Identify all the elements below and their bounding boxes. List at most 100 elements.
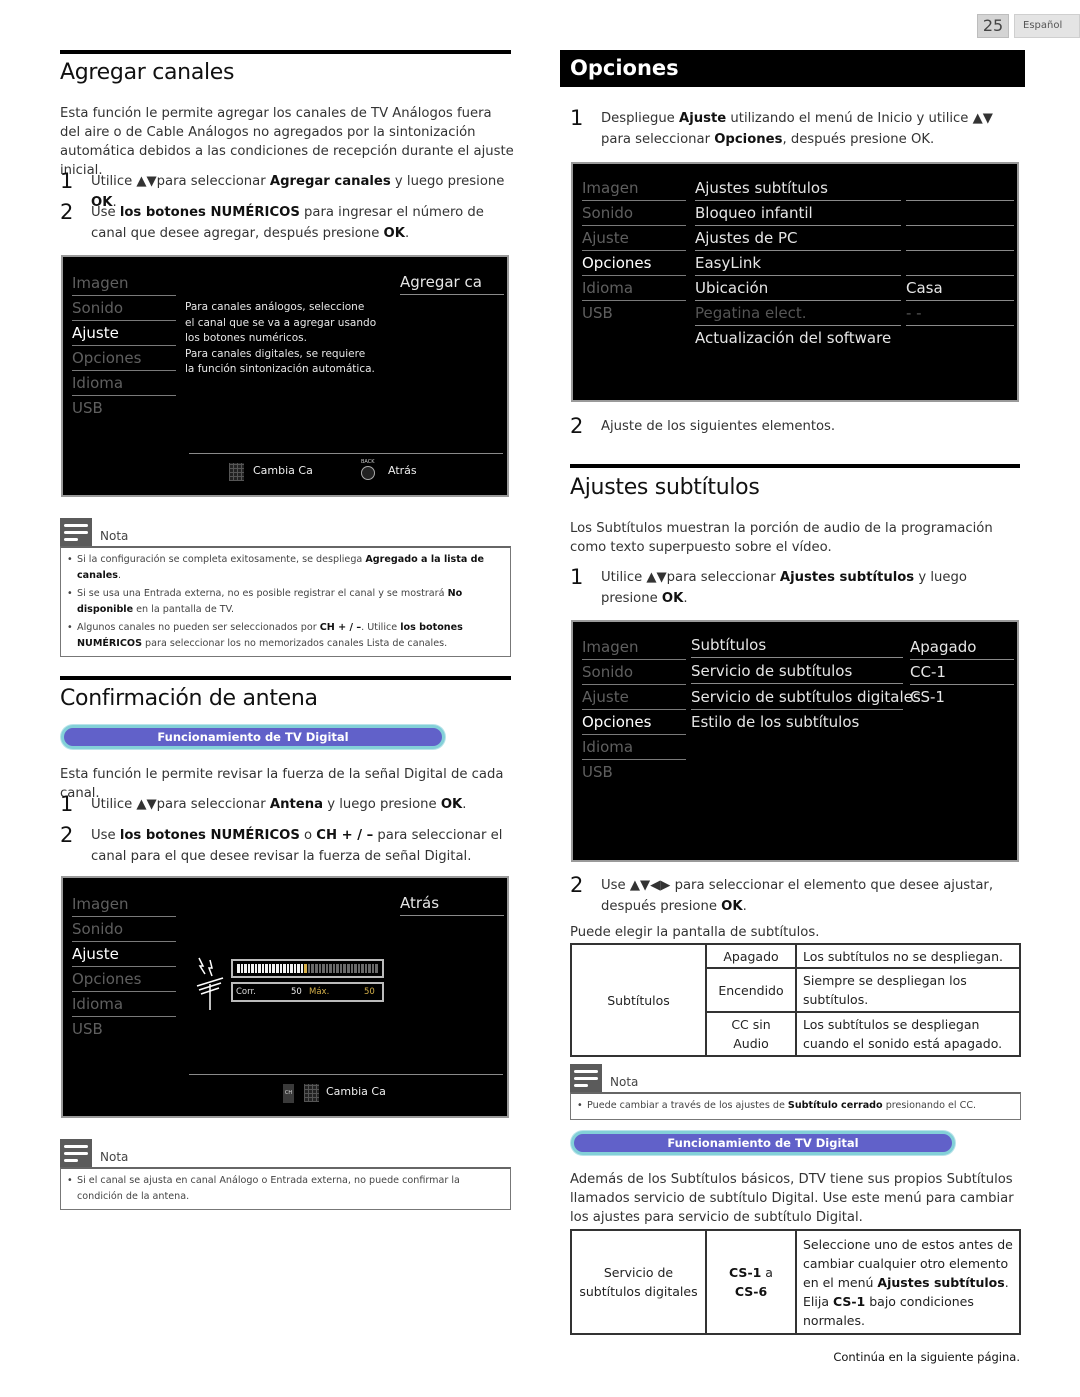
digital-tv-badge: Funcionamiento de TV Digital bbox=[571, 1131, 955, 1155]
signal-readout: Corr. 50 Máx. 50 bbox=[231, 982, 384, 1002]
row-header: Servicio de subtítulos digitales bbox=[570, 1229, 707, 1335]
signal-segment bbox=[318, 964, 322, 973]
option-easylink: EasyLink bbox=[695, 251, 901, 276]
continue-text: Continúa en la siguiente página. bbox=[833, 1350, 1020, 1364]
section-title-opciones: Opciones bbox=[560, 50, 1025, 87]
signal-segment bbox=[276, 964, 279, 973]
menu-item-ajuste: Ajuste bbox=[72, 942, 176, 967]
menu-item-sonido: Sonido bbox=[582, 660, 686, 685]
step-number: 1 bbox=[570, 565, 584, 589]
signal-segment bbox=[304, 964, 307, 973]
option-cell: Apagado bbox=[705, 943, 797, 969]
menu-item-opciones: Opciones bbox=[582, 710, 686, 735]
note-antena: Nota Si el canal se ajusta en canal Anál… bbox=[60, 1139, 511, 1210]
note-icon bbox=[60, 518, 92, 546]
table-intro: Puede elegir la pantalla de subtítulos. bbox=[570, 925, 820, 940]
menu-item-imagen: Imagen bbox=[72, 271, 176, 296]
antena-step-2: 2 Use los botones NUMÉRICOS o CH + / – p… bbox=[60, 825, 515, 867]
desc-cell: Los subtítulos se despliegan cuando el s… bbox=[795, 1011, 1021, 1057]
signal-segment bbox=[237, 964, 240, 973]
menu-item-idioma: Idioma bbox=[72, 992, 176, 1017]
signal-segment bbox=[247, 964, 251, 973]
section-rule bbox=[60, 50, 511, 54]
option-value bbox=[906, 226, 1014, 251]
digital-tv-badge: Funcionamiento de TV Digital bbox=[61, 725, 445, 749]
menu-item-idioma: Idioma bbox=[582, 735, 686, 760]
note-icon bbox=[570, 1064, 602, 1092]
menu-item-idioma: Idioma bbox=[582, 276, 686, 301]
digital-service-table: Servicio de subtítulos digitales CS-1 a … bbox=[570, 1229, 1021, 1335]
signal-segment bbox=[240, 964, 244, 973]
step-number: 2 bbox=[570, 873, 584, 897]
screen-header: Atrás bbox=[400, 891, 504, 916]
subtitulos-intro: Los Subtítulos muestran la porción de au… bbox=[570, 521, 993, 555]
opciones-step-1: 1 Despliegue Ajuste utilizando el menú d… bbox=[570, 108, 1020, 150]
signal-segment bbox=[297, 964, 300, 973]
step-number: 2 bbox=[60, 200, 74, 224]
option-actualizacion-software: Actualización del software bbox=[695, 329, 892, 347]
desc-cell: Seleccione uno de estos antes de cambiar… bbox=[795, 1229, 1021, 1335]
signal-strength-meter bbox=[231, 959, 384, 978]
signal-segment bbox=[329, 964, 332, 973]
current-value: 50 bbox=[291, 987, 302, 997]
opciones-step-2: 2 Ajuste de los siguientes elementos. bbox=[570, 414, 836, 438]
option-ajustes-subtitulos: Ajustes subtítulos bbox=[695, 176, 901, 201]
signal-segment bbox=[371, 964, 375, 973]
menu-item-opciones: Opciones bbox=[582, 251, 686, 276]
footer-label-cambia: Cambia Ca bbox=[253, 464, 313, 477]
option-estilo-subtitulos: Estilo de los subtítulos bbox=[691, 713, 860, 731]
agregar-intro: Esta función le permite agregar los cana… bbox=[60, 106, 514, 178]
note-label: Nota bbox=[100, 1150, 129, 1164]
signal-segment bbox=[343, 964, 346, 973]
note-label: Nota bbox=[100, 529, 129, 543]
option-value bbox=[906, 176, 1014, 201]
screen-divider bbox=[189, 1074, 503, 1075]
signal-segment bbox=[244, 964, 247, 973]
note-label: Nota bbox=[610, 1075, 639, 1089]
signal-segment bbox=[261, 964, 265, 973]
note-item: Si el canal se ajusta en canal Análogo o… bbox=[67, 1173, 504, 1204]
subtitulos-step-2: 2 Use ▲▼◀▶ para seleccionar el elemento … bbox=[570, 875, 1020, 917]
signal-segment bbox=[279, 964, 283, 973]
section-title-confirmacion-antena: Confirmación de antena bbox=[60, 686, 318, 711]
note-item: Si la configuración se completa exitosam… bbox=[67, 552, 504, 583]
signal-segment bbox=[272, 964, 276, 973]
option-subtitulos: Subtítulos bbox=[691, 633, 903, 658]
menu-item-imagen: Imagen bbox=[72, 892, 176, 917]
note-item: Algunos canales no pueden ser selecciona… bbox=[67, 620, 504, 651]
signal-segment bbox=[346, 964, 350, 973]
section-rule bbox=[60, 676, 511, 680]
option-value-ubicacion: Casa bbox=[906, 276, 1014, 301]
menu-item-sonido: Sonido bbox=[72, 296, 176, 321]
option-cell: CS-1 a CS-6 bbox=[705, 1229, 797, 1335]
menu-item-usb: USB bbox=[72, 1020, 103, 1038]
menu-item-sonido: Sonido bbox=[582, 201, 686, 226]
option-servicio-digitales: Servicio de subtítulos digitales bbox=[691, 685, 921, 710]
signal-segment bbox=[254, 964, 258, 973]
menu-item-usb: USB bbox=[582, 763, 613, 781]
back-label-small: BACK bbox=[361, 459, 375, 465]
note-subtitulos: Nota Puede cambiar a través de los ajust… bbox=[570, 1064, 1021, 1120]
signal-segment bbox=[251, 964, 254, 973]
step-number: 1 bbox=[60, 792, 74, 816]
footer-label-cambia: Cambia Ca bbox=[326, 1085, 386, 1098]
signal-segment bbox=[354, 964, 357, 973]
channel-up-down-icon: CH bbox=[283, 1084, 294, 1103]
step-number: 2 bbox=[60, 823, 74, 847]
signal-segment bbox=[286, 964, 290, 973]
menu-item-sonido: Sonido bbox=[72, 917, 176, 942]
option-value-digitales: CS-1 bbox=[910, 688, 945, 706]
option-pegatina-elect: Pegatina elect. bbox=[695, 301, 901, 326]
option-servicio-subtitulos: Servicio de subtítulos bbox=[691, 659, 903, 684]
signal-segment bbox=[268, 964, 272, 973]
page-number: 25 bbox=[977, 14, 1009, 38]
option-value-subtitulos: Apagado bbox=[910, 635, 1014, 660]
tv-screen-subtitulos: Imagen Sonido Ajuste Opciones Idioma USB… bbox=[571, 620, 1019, 862]
signal-segment bbox=[350, 964, 354, 973]
signal-segment bbox=[265, 964, 268, 973]
signal-segment bbox=[332, 964, 336, 973]
option-bloqueo-infantil: Bloqueo infantil bbox=[695, 201, 901, 226]
signal-segment bbox=[357, 964, 361, 973]
tv-screen-opciones: Imagen Sonido Ajuste Opciones Idioma USB… bbox=[571, 162, 1019, 402]
signal-segment bbox=[339, 964, 343, 973]
